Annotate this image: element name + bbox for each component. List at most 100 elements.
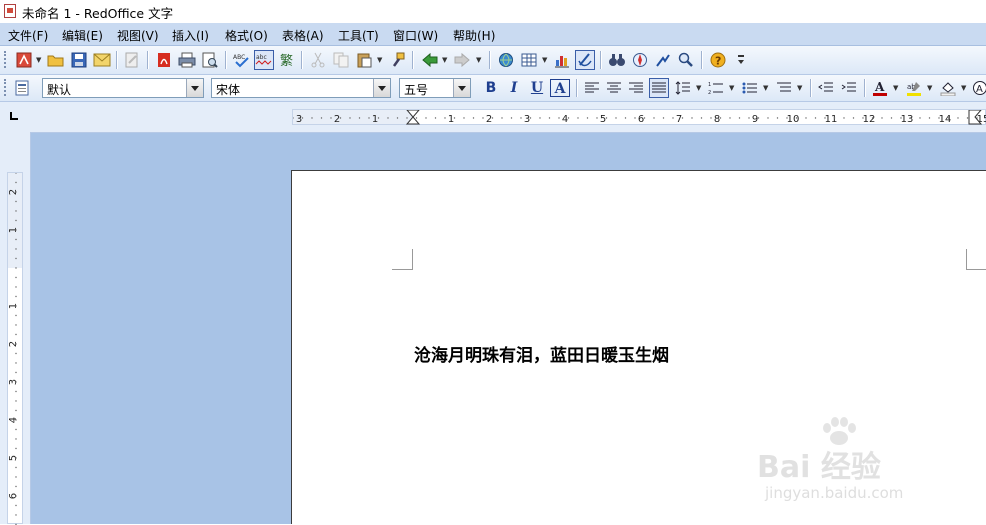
auto-spellcheck-icon[interactable]: abc: [254, 50, 274, 70]
ruler-tick: [15, 277, 16, 278]
ruler-ticks: 21123456: [8, 173, 24, 525]
paste-dropdown-icon[interactable]: ▼: [377, 57, 383, 63]
align-left-icon[interactable]: [582, 78, 602, 98]
svg-text:ABC: ABC: [233, 54, 245, 61]
ruler-label: 1: [448, 114, 454, 125]
horizontal-ruler[interactable]: 321123456789101112131415: [30, 102, 986, 133]
text-boundary-left: [392, 249, 413, 270]
font-size-value: 五号: [404, 81, 428, 98]
justify-icon[interactable]: [649, 78, 669, 98]
font-color-dropdown-icon[interactable]: ▼: [893, 85, 899, 91]
menu-table[interactable]: 表格(A): [282, 27, 324, 44]
draw-functions-icon[interactable]: [575, 50, 595, 70]
ruler-label: 1: [8, 227, 19, 233]
vertical-ruler[interactable]: 21123456: [0, 132, 31, 524]
toolbar-more-icon[interactable]: [731, 50, 751, 70]
ruler-tick: [919, 117, 920, 118]
tab-stop-selector[interactable]: [0, 102, 31, 133]
bold-button[interactable]: B: [481, 79, 501, 97]
background-color-icon[interactable]: [938, 78, 958, 98]
hyperlink-icon[interactable]: [496, 50, 516, 70]
outline-dropdown-icon[interactable]: ▼: [797, 85, 803, 91]
ruler-tick: [463, 117, 464, 118]
increase-indent-icon[interactable]: [839, 78, 859, 98]
menu-format[interactable]: 格式(O): [225, 27, 268, 44]
highlight-dropdown-icon[interactable]: ▼: [927, 85, 933, 91]
ruler-tick: [15, 315, 16, 316]
print-icon[interactable]: [177, 50, 197, 70]
italic-button[interactable]: I: [504, 79, 524, 97]
copy-icon[interactable]: [331, 50, 351, 70]
undo-dropdown-icon[interactable]: ▼: [442, 57, 448, 63]
underline-button[interactable]: U: [527, 79, 547, 97]
ruler-tick: [520, 117, 521, 118]
ruler-tick: [15, 267, 16, 268]
bullets-icon[interactable]: [740, 78, 760, 98]
export-pdf-icon[interactable]: [154, 50, 174, 70]
highlight-icon[interactable]: ab: [904, 78, 924, 98]
ruler-tick: [834, 117, 835, 118]
character-icon[interactable]: A: [970, 78, 986, 98]
email-icon[interactable]: [92, 50, 112, 70]
redo-dropdown-icon[interactable]: ▼: [476, 57, 482, 63]
table-dropdown-icon[interactable]: ▼: [542, 57, 548, 63]
edit-file-icon[interactable]: [122, 50, 142, 70]
ruler-tick: [558, 117, 559, 118]
zoom-icon[interactable]: [676, 50, 696, 70]
table-icon[interactable]: [519, 50, 539, 70]
indent-marker-icon[interactable]: [407, 110, 419, 124]
chevron-down-icon[interactable]: [453, 79, 470, 97]
bullets-dropdown-icon[interactable]: ▼: [763, 85, 769, 91]
background-color-dropdown-icon[interactable]: ▼: [961, 85, 967, 91]
ruler-tick: [739, 117, 740, 118]
open-folder-icon[interactable]: [46, 50, 66, 70]
paste-icon[interactable]: [354, 50, 374, 70]
new-dropdown-icon[interactable]: ▼: [36, 57, 42, 63]
ruler-tick: [729, 117, 730, 118]
toolbar-grip[interactable]: [4, 79, 9, 96]
print-preview-icon[interactable]: [200, 50, 220, 70]
line-spacing-icon[interactable]: [673, 78, 693, 98]
align-center-icon[interactable]: [604, 78, 624, 98]
spellcheck-icon[interactable]: ABC: [231, 50, 251, 70]
redo-icon[interactable]: [452, 50, 472, 70]
toolbar-separator: [600, 51, 602, 69]
font-size-select[interactable]: 五号: [399, 78, 471, 98]
chinese-conversion-icon[interactable]: 繁: [277, 50, 297, 70]
format-paintbrush-icon[interactable]: [388, 50, 408, 70]
toolbar-grip[interactable]: [4, 51, 9, 68]
chevron-down-icon[interactable]: [373, 79, 390, 97]
menu-insert[interactable]: 插入(I): [172, 27, 209, 44]
toolbar-separator: [701, 51, 703, 69]
decrease-indent-icon[interactable]: [816, 78, 836, 98]
paragraph-style-select[interactable]: 默认: [42, 78, 204, 98]
numbering-icon[interactable]: 12: [706, 78, 726, 98]
align-right-icon[interactable]: [626, 78, 646, 98]
line-spacing-dropdown-icon[interactable]: ▼: [696, 85, 702, 91]
undo-icon[interactable]: [420, 50, 440, 70]
find-replace-icon[interactable]: [607, 50, 627, 70]
chevron-down-icon[interactable]: [186, 79, 203, 97]
outline-icon[interactable]: [774, 78, 794, 98]
font-name-select[interactable]: 宋体: [211, 78, 391, 98]
shadow-button[interactable]: A: [550, 79, 570, 97]
help-icon[interactable]: ?: [708, 50, 728, 70]
save-icon[interactable]: [69, 50, 89, 70]
styles-icon[interactable]: [12, 78, 32, 98]
new-document-icon[interactable]: [14, 50, 34, 70]
gallery-icon[interactable]: [653, 50, 673, 70]
chart-icon[interactable]: [552, 50, 572, 70]
font-color-icon[interactable]: A: [870, 78, 890, 98]
document-text[interactable]: 沧海月明珠有泪，蓝田日暖玉生烟: [414, 341, 669, 366]
menu-tools[interactable]: 工具(T): [338, 27, 379, 44]
navigator-icon[interactable]: [630, 50, 650, 70]
menu-file[interactable]: 文件(F): [8, 27, 48, 44]
ruler-tick: [330, 117, 331, 118]
ruler-tick: [15, 334, 16, 335]
menu-help[interactable]: 帮助(H): [453, 27, 495, 44]
menu-view[interactable]: 视图(V): [117, 27, 159, 44]
menu-edit[interactable]: 编辑(E): [62, 27, 103, 44]
numbering-dropdown-icon[interactable]: ▼: [729, 85, 735, 91]
cut-icon[interactable]: [308, 50, 328, 70]
menu-window[interactable]: 窗口(W): [393, 27, 438, 44]
